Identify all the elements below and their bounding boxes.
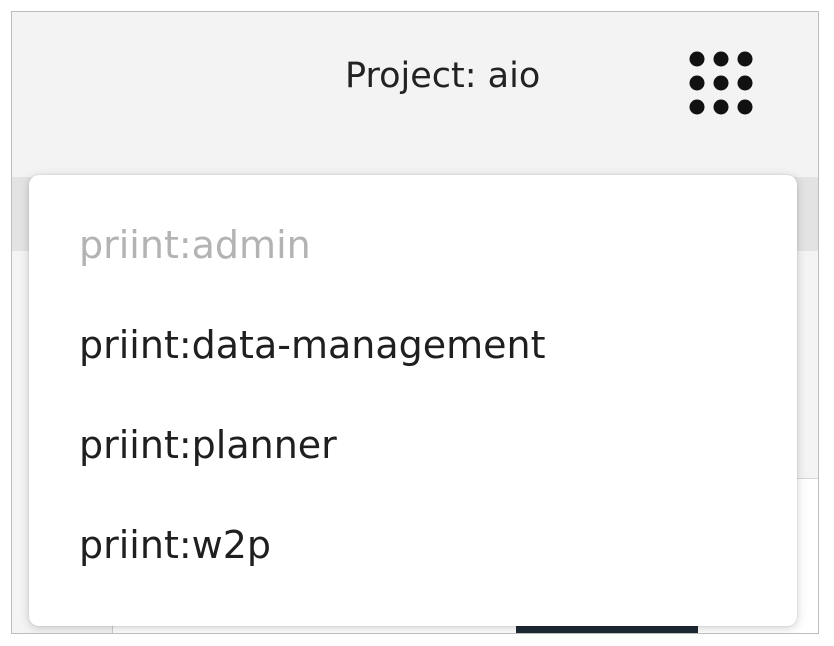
project-label[interactable]: Project: aio <box>345 56 540 96</box>
menu-item-admin: priint:admin <box>79 223 311 267</box>
apps-dropdown-menu: priint:admin priint:data-management prii… <box>29 175 797 626</box>
apps-menu-button[interactable] <box>685 47 757 119</box>
grid-dots-icon <box>689 51 753 115</box>
menu-item-planner[interactable]: priint:planner <box>79 423 337 467</box>
menu-item-data-management[interactable]: priint:data-management <box>79 323 546 367</box>
top-bar: Project: aio <box>12 12 818 177</box>
menu-item-w2p[interactable]: priint:w2p <box>79 523 271 567</box>
app-window: Project: aio priint:admin priint:data-ma… <box>11 11 819 634</box>
